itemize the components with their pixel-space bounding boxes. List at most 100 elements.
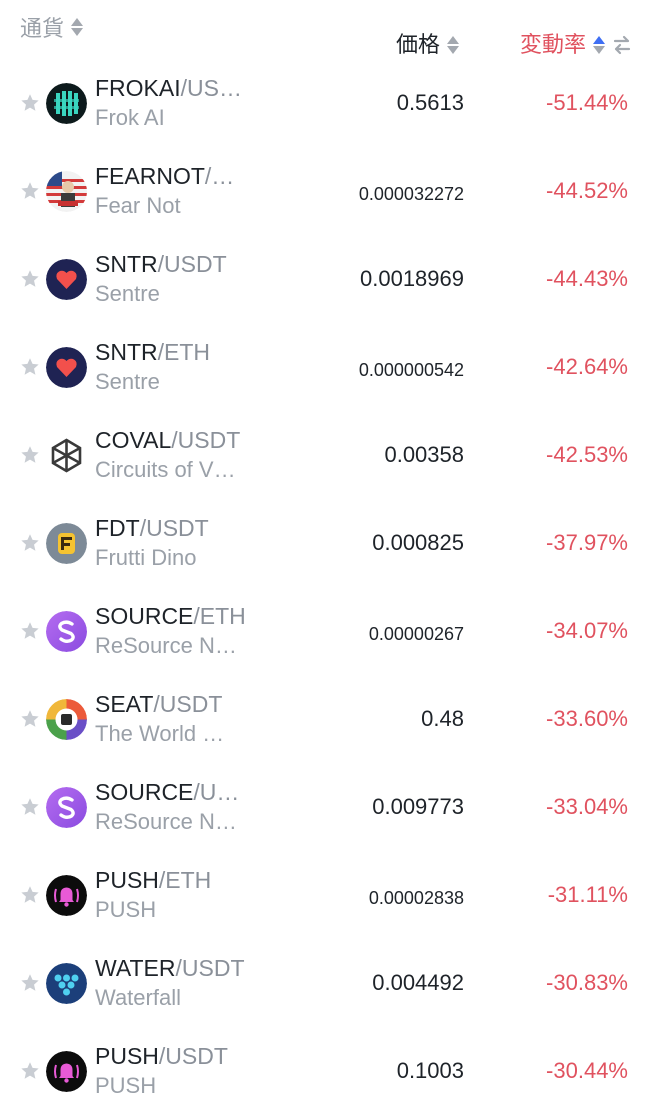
coin-name: Sentre bbox=[95, 369, 160, 394]
base-symbol: PUSH bbox=[95, 1043, 159, 1069]
coin-name: The World … bbox=[95, 721, 225, 746]
sentre-logo-icon bbox=[46, 259, 87, 300]
base-symbol: FDT bbox=[95, 515, 140, 541]
base-symbol: SNTR bbox=[95, 339, 158, 365]
trading-pair: PUSH/ETH bbox=[95, 866, 255, 895]
market-list: FROKAI/US… Frok AI 0.5613 -51.44% FEARNOT/… F… bbox=[0, 59, 650, 1115]
favorite-star-icon[interactable] bbox=[19, 708, 41, 730]
frokai-logo-icon bbox=[46, 83, 87, 124]
change-percent: -51.44% bbox=[546, 90, 628, 115]
favorite-star-icon[interactable] bbox=[19, 796, 41, 818]
list-item[interactable]: SNTR/USDT Sentre 0.0018969 -44.43% bbox=[0, 235, 650, 323]
list-item[interactable]: FROKAI/US… Frok AI 0.5613 -51.44% bbox=[0, 59, 650, 147]
base-symbol: SEAT bbox=[95, 691, 154, 717]
trading-pair: SNTR/USDT bbox=[95, 250, 255, 279]
change-percent: -30.44% bbox=[546, 1058, 628, 1083]
list-item[interactable]: COVAL/USDT Circuits of V… 0.00358 -42.53% bbox=[0, 411, 650, 499]
favorite-star-icon[interactable] bbox=[19, 356, 41, 378]
trading-pair: FDT/USDT bbox=[95, 514, 255, 543]
sort-by-price[interactable]: 価格 bbox=[396, 30, 460, 60]
table-header: 通貨 価格 変動率 bbox=[0, 0, 650, 57]
name-column-label: 通貨 bbox=[20, 16, 65, 41]
list-item[interactable]: WATER/USDT Waterfall 0.004492 -30.83% bbox=[0, 939, 650, 1027]
change-percent: -33.04% bbox=[546, 794, 628, 819]
sort-arrows-icon bbox=[70, 16, 84, 38]
coin-name: Frutti Dino bbox=[95, 545, 197, 570]
base-symbol: SOURCE bbox=[95, 779, 194, 805]
base-symbol: SNTR bbox=[95, 251, 158, 277]
coin-name: Frok AI bbox=[95, 105, 165, 130]
quote-symbol: /ETH bbox=[158, 867, 212, 893]
push-logo-icon bbox=[46, 1051, 87, 1092]
coin-name: Sentre bbox=[95, 281, 160, 306]
list-item[interactable]: SOURCE/ETH ReSource N… 0.00000267 -34.07% bbox=[0, 587, 650, 675]
trading-pair: SOURCE/ETH bbox=[95, 602, 255, 631]
favorite-star-icon[interactable] bbox=[19, 268, 41, 290]
coin-name: Circuits of V… bbox=[95, 457, 236, 482]
waterfall-logo-icon bbox=[46, 963, 87, 1004]
favorite-star-icon[interactable] bbox=[19, 1060, 41, 1082]
price-value: 0.00358 bbox=[384, 442, 464, 467]
quote-symbol: /USDT bbox=[139, 515, 209, 541]
sort-arrows-active-icon bbox=[592, 34, 606, 56]
price-value: 0.1003 bbox=[396, 1058, 464, 1083]
sort-arrows-icon bbox=[446, 34, 460, 56]
list-item[interactable]: SNTR/ETH Sentre 0.000000542 -42.64% bbox=[0, 323, 650, 411]
trading-pair: COVAL/USDT bbox=[95, 426, 255, 455]
quote-symbol: /ETH bbox=[157, 339, 211, 365]
list-item[interactable]: FEARNOT/… Fear Not 0.000032272 -44.52% bbox=[0, 147, 650, 235]
quote-symbol: /USDT bbox=[157, 251, 227, 277]
favorite-star-icon[interactable] bbox=[19, 92, 41, 114]
sort-by-change[interactable]: 変動率 bbox=[520, 30, 632, 60]
quote-symbol: /USDT bbox=[171, 427, 241, 453]
favorite-star-icon[interactable] bbox=[19, 620, 41, 642]
quote-symbol: /USDT bbox=[153, 691, 223, 717]
coin-name: Fear Not bbox=[95, 193, 181, 218]
seat-logo-icon bbox=[46, 699, 87, 740]
change-percent: -37.97% bbox=[546, 530, 628, 555]
change-percent: -34.07% bbox=[546, 618, 628, 643]
list-item[interactable]: PUSH/USDT PUSH 0.1003 -30.44% bbox=[0, 1027, 650, 1115]
quote-symbol: /… bbox=[204, 163, 235, 189]
favorite-star-icon[interactable] bbox=[19, 180, 41, 202]
trading-pair: SEAT/USDT bbox=[95, 690, 255, 719]
price-value: 0.00000267 bbox=[368, 624, 464, 644]
price-value: 0.000000542 bbox=[358, 360, 464, 380]
base-symbol: SOURCE bbox=[95, 603, 194, 629]
quote-symbol: /USDT bbox=[175, 955, 245, 981]
list-item[interactable]: FDT/USDT Frutti Dino 0.000825 -37.97% bbox=[0, 499, 650, 587]
coval-logo-icon bbox=[46, 435, 87, 476]
resource-logo-icon bbox=[46, 787, 87, 828]
change-percent: -42.53% bbox=[546, 442, 628, 467]
price-value: 0.0018969 bbox=[360, 266, 464, 291]
favorite-star-icon[interactable] bbox=[19, 972, 41, 994]
trading-pair: PUSH/USDT bbox=[95, 1042, 255, 1071]
quote-symbol: /US… bbox=[180, 75, 242, 101]
swap-toggle-icon[interactable] bbox=[612, 34, 632, 56]
change-percent: -33.60% bbox=[546, 706, 628, 731]
resource-logo-icon bbox=[46, 611, 87, 652]
trading-pair: WATER/USDT bbox=[95, 954, 255, 983]
trading-pair: SNTR/ETH bbox=[95, 338, 255, 367]
favorite-star-icon[interactable] bbox=[19, 532, 41, 554]
quote-symbol: /USDT bbox=[158, 1043, 228, 1069]
trading-pair: FROKAI/US… bbox=[95, 74, 255, 103]
list-item[interactable]: PUSH/ETH PUSH 0.00002838 -31.11% bbox=[0, 851, 650, 939]
quote-symbol: /ETH bbox=[193, 603, 246, 629]
change-percent: -42.64% bbox=[546, 354, 628, 379]
change-percent: -30.83% bbox=[546, 970, 628, 995]
list-item[interactable]: SOURCE/U… ReSource N… 0.009773 -33.04% bbox=[0, 763, 650, 851]
list-item[interactable]: SEAT/USDT The World … 0.48 -33.60% bbox=[0, 675, 650, 763]
base-symbol: COVAL bbox=[95, 427, 172, 453]
trading-pair: SOURCE/U… bbox=[95, 778, 255, 807]
favorite-star-icon[interactable] bbox=[19, 884, 41, 906]
favorite-star-icon[interactable] bbox=[19, 444, 41, 466]
price-value: 0.000032272 bbox=[358, 184, 464, 204]
price-value: 0.009773 bbox=[372, 794, 464, 819]
fearnot-logo-icon bbox=[46, 171, 87, 212]
price-value: 0.000825 bbox=[372, 530, 464, 555]
base-symbol: FROKAI bbox=[95, 75, 181, 101]
price-value: 0.004492 bbox=[372, 970, 464, 995]
price-value: 0.00002838 bbox=[368, 888, 464, 908]
sort-by-name[interactable]: 通貨 bbox=[20, 12, 84, 42]
